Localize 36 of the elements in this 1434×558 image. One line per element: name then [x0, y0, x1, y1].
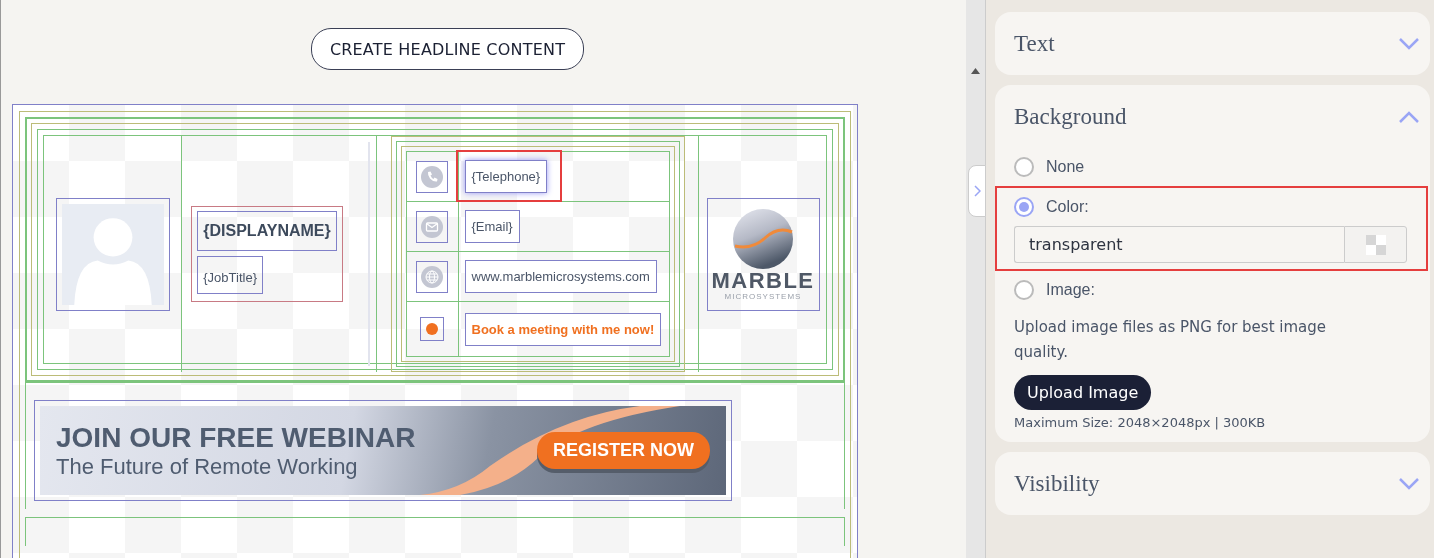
radio-button[interactable]: [1014, 280, 1034, 300]
option-label: Color:: [1046, 198, 1089, 216]
phone-icon: [421, 165, 443, 188]
radio-button[interactable]: [1014, 157, 1034, 177]
logo-tagline: MICROSYSTEMS: [724, 291, 802, 301]
chevron-right-icon: [973, 185, 981, 197]
contact-text: www.marblemicrosystems.com: [464, 260, 657, 293]
radio-button[interactable]: [1014, 197, 1034, 217]
contact-text: {Email}: [464, 210, 520, 243]
create-headline-button[interactable]: CREATE HEADLINE CONTENT: [310, 28, 585, 70]
webinar-banner[interactable]: JOIN OUR FREE WEBINAR The Future of Remote Working REGISTER NOW: [40, 406, 726, 495]
section-title[interactable]: Text: [1014, 30, 1055, 57]
collapse-handle[interactable]: [968, 165, 986, 217]
job-title: {JobTitle}: [197, 256, 263, 294]
max-size-text: Maximum Size: 2048×2048px | 300KB: [1014, 415, 1267, 430]
section-title[interactable]: Background: [1014, 103, 1127, 130]
banner-title: JOIN OUR FREE WEBINAR: [56, 421, 416, 454]
display-name: {DISPLAYNAME}: [197, 211, 337, 251]
logo-name: MARBLE: [711, 269, 815, 292]
option-label: Image:: [1046, 281, 1095, 299]
scroll-up-icon[interactable]: [971, 68, 980, 74]
sphere-icon: [732, 207, 794, 270]
contact-text: {Telephone}: [464, 160, 548, 193]
envelope-icon: [421, 215, 443, 238]
banner-subtitle: The Future of Remote Working: [56, 453, 359, 480]
transparent-swatch-icon[interactable]: [1365, 234, 1386, 255]
chevron-down-icon[interactable]: [1398, 36, 1420, 51]
hint-text: Upload image files as PNG for best image quality.: [1014, 317, 1327, 363]
dot-icon: [426, 323, 438, 335]
chevron-up-icon[interactable]: [1398, 109, 1420, 124]
option-label: None: [1046, 158, 1085, 176]
chevron-down-icon[interactable]: [1398, 476, 1420, 491]
section-title[interactable]: Visibility: [1014, 470, 1100, 497]
upload-image-button[interactable]: Upload Image: [1014, 375, 1152, 410]
color-field[interactable]: transparent: [1014, 226, 1344, 263]
globe-icon: [421, 265, 443, 288]
